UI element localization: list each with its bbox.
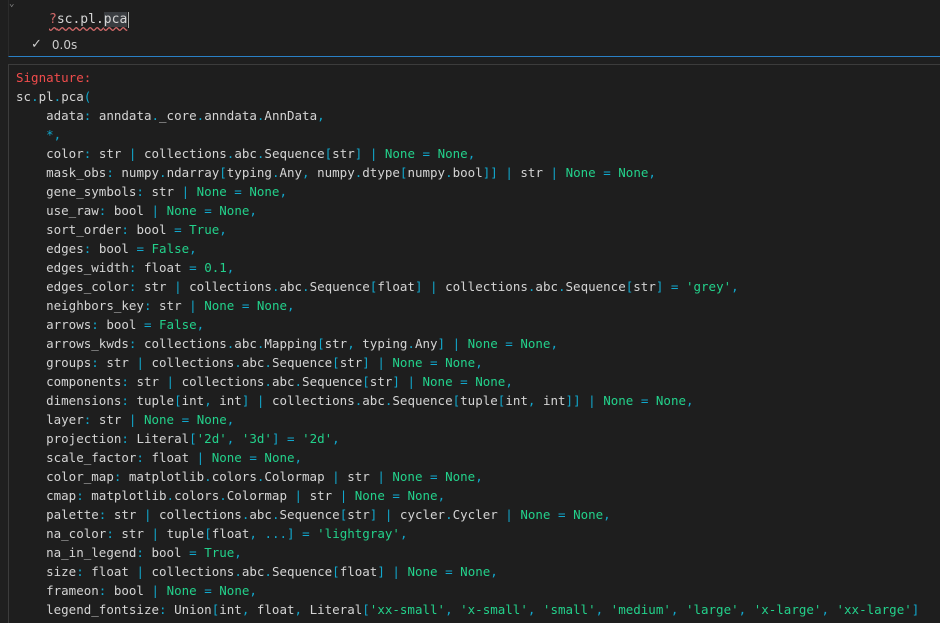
signature-param: dimensions: tuple[int, int] | collection… (46, 393, 694, 408)
signature-param: arrows_kwds: collections.abc.Mapping[str… (46, 336, 558, 351)
signature-param: color: str | collections.abc.Sequence[st… (46, 146, 476, 161)
cell-output: Signature: sc.pl.pca( adata: anndata._co… (8, 64, 940, 623)
signature-param: na_in_legend: bool = True, (46, 545, 242, 560)
signature-header: Signature: (16, 70, 92, 85)
signature-param: projection: Literal['2d', '3d'] = '2d', (46, 431, 340, 446)
signature-param: sort_order: bool = True, (46, 222, 227, 237)
signature-param: arrows: bool = False, (46, 317, 205, 332)
signature-output: Signature: sc.pl.pca( adata: anndata._co… (16, 68, 919, 619)
signature-param: neighbors_key: str | None = None, (46, 298, 295, 313)
text-cursor (128, 11, 130, 28)
signature-param: components: str | collections.abc.Sequen… (46, 374, 513, 389)
check-icon: ✓ (31, 37, 42, 52)
signature-param: edges_color: str | collections.abc.Seque… (46, 279, 739, 294)
execution-status: ✓ 0.0s (31, 36, 77, 54)
signature-param: size: float | collections.abc.Sequence[f… (46, 564, 498, 579)
corner-chevron-icon: ⌄ (9, 0, 15, 9)
signature-param: scale_factor: float | None = None, (46, 450, 303, 465)
signature-param: gene_symbols: str | None = None, (46, 184, 287, 199)
signature-param: cmap: matplotlib.colors.Colormap | str |… (46, 488, 446, 503)
signature-param: groups: str | collections.abc.Sequence[s… (46, 355, 483, 370)
signature-param: *, (46, 127, 62, 142)
signature-param: palette: str | collections.abc.Sequence[… (46, 507, 611, 522)
signature-call: sc.pl.pca( (16, 89, 92, 104)
signature-param: edges: bool = False, (46, 241, 197, 256)
signature-param: frameon: bool | None = None, (46, 583, 257, 598)
execution-time: 0.0s (51, 38, 78, 52)
help-prefix: ? (49, 12, 57, 27)
signature-param: color_map: matplotlib.colors.Colormap | … (46, 469, 483, 484)
code-cell-input[interactable]: ⌄ ?sc.pl.pca ✓ 0.0s (8, 0, 940, 57)
signature-param: layer: str | None = None, (46, 412, 235, 427)
code-text: sc.pl. (56, 12, 104, 27)
signature-param: edges_width: float = 0.1, (46, 260, 235, 275)
signature-param: use_raw: bool | None = None, (46, 203, 257, 218)
signature-param: mask_obs: numpy.ndarray[typing.Any, nump… (46, 165, 656, 180)
signature-param: na_color: str | tuple[float, ...] = 'lig… (46, 526, 408, 541)
code-editor-line[interactable]: ?sc.pl.pca (49, 10, 130, 30)
signature-param: legend_fontsize: Union[int, float, Liter… (46, 602, 920, 617)
signature-param: adata: anndata._core.anndata.AnnData, (46, 108, 325, 123)
code-selected-text: pca (103, 12, 128, 27)
